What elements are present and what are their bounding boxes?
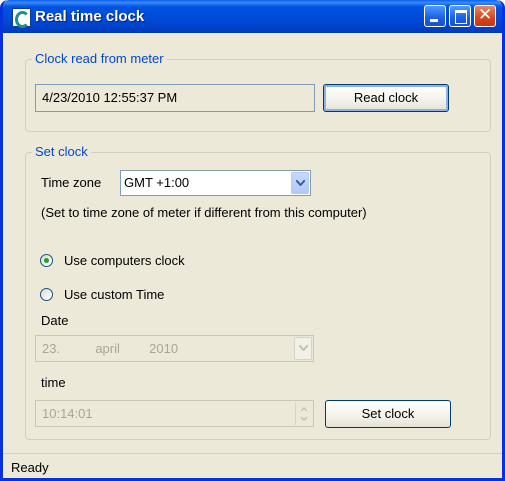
chevron-down-icon bbox=[296, 180, 305, 186]
use-custom-time-label[interactable]: Use custom Time bbox=[64, 287, 164, 303]
date-year: 2010 bbox=[149, 341, 179, 356]
set-clock-legend: Set clock bbox=[32, 144, 91, 160]
set-clock-button[interactable]: Set clock bbox=[325, 400, 451, 428]
status-text: Ready bbox=[11, 460, 49, 475]
maximize-button[interactable] bbox=[449, 5, 471, 27]
radio-selected-dot bbox=[44, 258, 49, 263]
use-computer-clock-radio[interactable] bbox=[40, 254, 53, 267]
use-computer-clock-label[interactable]: Use computers clock bbox=[64, 253, 185, 269]
minimize-icon bbox=[430, 19, 438, 22]
date-label: Date bbox=[41, 313, 69, 328]
time-value: 10:14:01 bbox=[42, 406, 93, 421]
time-spin-buttons[interactable] bbox=[295, 402, 312, 425]
meter-clock-legend: Clock read from meter bbox=[32, 51, 167, 67]
close-button[interactable]: ✕ bbox=[474, 5, 496, 27]
meter-clock-readout: 4/23/2010 12:55:37 PM bbox=[35, 84, 315, 112]
chevron-down-icon bbox=[299, 345, 308, 351]
status-bar: Ready bbox=[3, 453, 502, 478]
read-clock-button[interactable]: Read clock bbox=[323, 84, 449, 112]
window-title: Real time clock bbox=[35, 8, 145, 25]
time-zone-label: Time zone bbox=[41, 175, 102, 190]
app-icon bbox=[12, 8, 31, 28]
use-custom-time-radio[interactable] bbox=[40, 288, 53, 301]
date-month: april bbox=[95, 341, 120, 356]
time-zone-value: GMT +1:00 bbox=[124, 175, 190, 190]
real-time-clock-window: Real time clock ✕ Clock read from meter … bbox=[0, 0, 505, 481]
minimize-button[interactable] bbox=[424, 5, 446, 27]
time-zone-dropdown-arrow[interactable] bbox=[291, 172, 309, 194]
time-zone-hint: (Set to time zone of meter if different … bbox=[41, 205, 367, 220]
maximize-icon bbox=[455, 10, 467, 24]
time-spinner[interactable]: 10:14:01 bbox=[35, 400, 314, 427]
close-icon: ✕ bbox=[478, 5, 493, 25]
time-label: time bbox=[41, 375, 66, 390]
date-dropdown-arrow[interactable] bbox=[294, 337, 312, 360]
date-day: 23. bbox=[42, 341, 61, 356]
time-zone-select[interactable]: GMT +1:00 bbox=[120, 170, 311, 196]
date-picker[interactable]: 23. april 2010 bbox=[35, 335, 314, 362]
title-bar[interactable]: Real time clock ✕ bbox=[3, 0, 502, 33]
spin-updown-icon bbox=[300, 406, 308, 422]
